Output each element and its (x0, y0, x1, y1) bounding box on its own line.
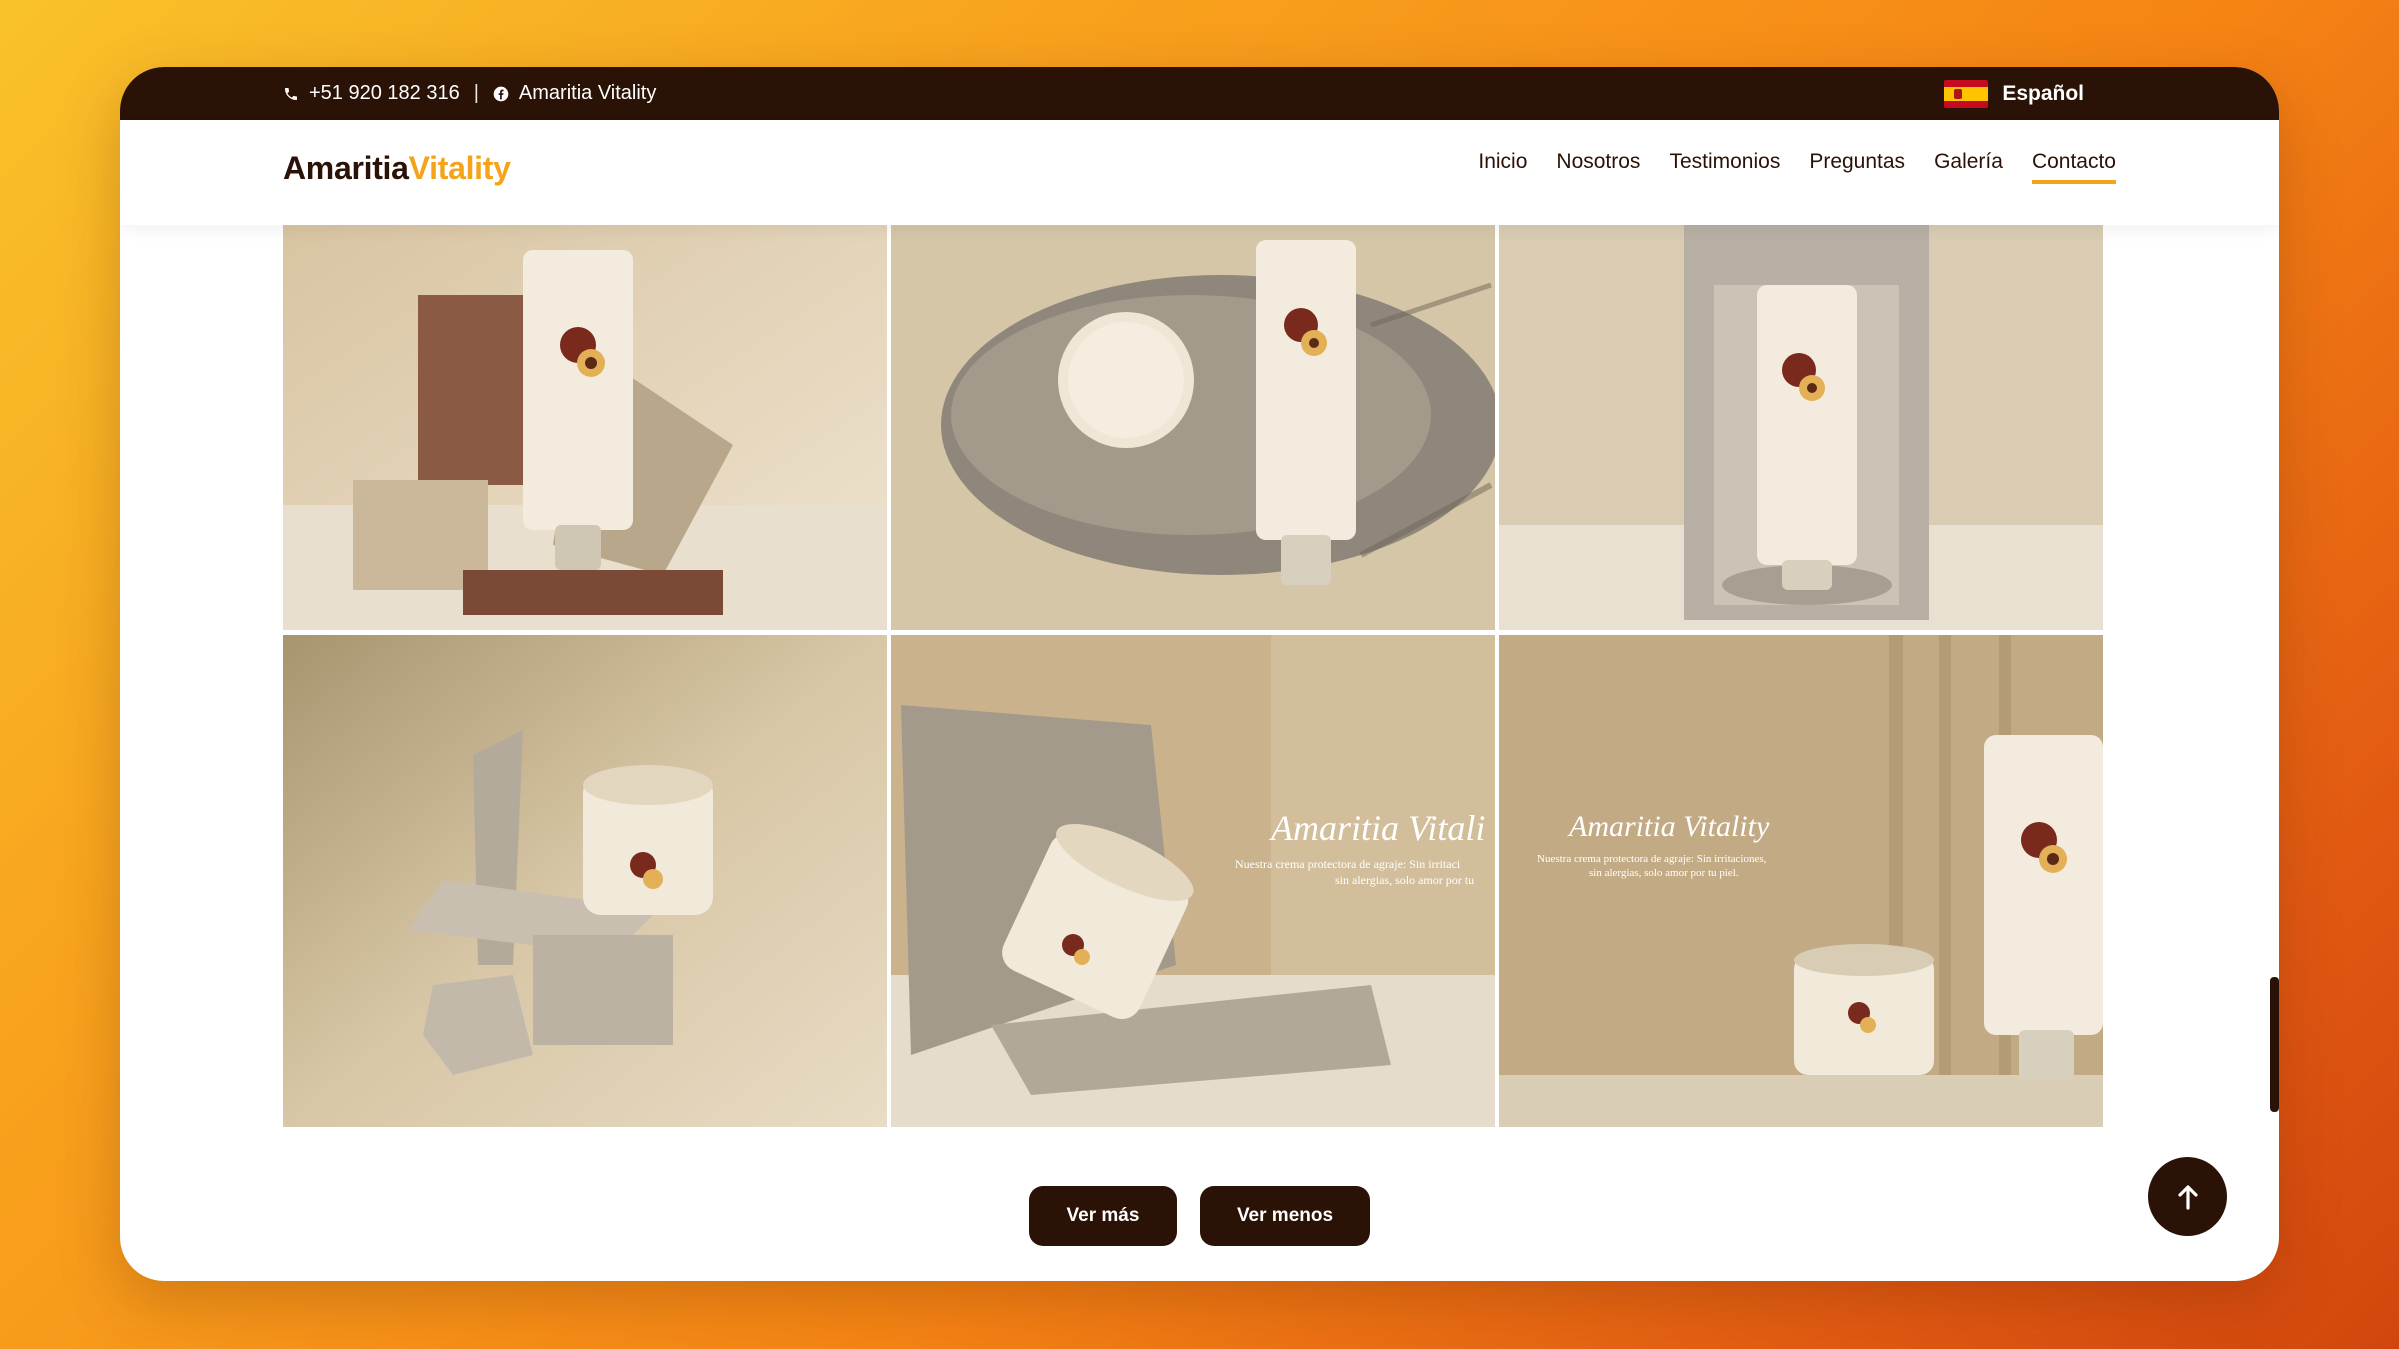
separator: | (473, 82, 479, 104)
facebook-icon[interactable] (493, 86, 509, 102)
phone-icon (283, 86, 299, 102)
gallery-controls: Ver más Ver menos (120, 1186, 2279, 1246)
arrow-up-icon (2176, 1184, 2200, 1210)
gallery-image-5[interactable]: Amaritia Vitali Nuestra crema protectora… (891, 635, 1495, 1127)
social-link[interactable]: Amaritia Vitality (519, 82, 656, 105)
overlay-title: Amaritia Vitali (1271, 808, 1486, 848)
gallery-image-4[interactable] (283, 635, 887, 1127)
show-less-button[interactable]: Ver menos (1200, 1186, 1370, 1246)
language-selector[interactable]: Español (1944, 67, 2084, 120)
overlay-text-2: sin alergias, solo amor por tu (1335, 873, 1475, 887)
overlay-text-1: Nuestra crema protectora de agraje: Sin … (1235, 857, 1461, 871)
nav-item-testimonios[interactable]: Testimonios (1669, 150, 1780, 184)
gallery-image-1[interactable] (283, 225, 887, 630)
browser-frame: +51 920 182 316 | Amaritia Vitality Espa… (120, 67, 2279, 1281)
overlay-text-1: Nuestra crema protectora de agraje: Sin … (1537, 853, 1767, 865)
scrollbar-thumb[interactable] (2270, 977, 2279, 1112)
language-label: Español (2002, 81, 2084, 105)
site-header: AmaritiaVitality Inicio Nosotros Testimo… (120, 120, 2279, 225)
nav-item-nosotros[interactable]: Nosotros (1556, 150, 1640, 184)
gallery-image-6[interactable]: Amaritia Vitality Nuestra crema protecto… (1499, 635, 2103, 1127)
brand-name-part1: Amaritia (283, 150, 409, 186)
gallery-image-3[interactable] (1499, 225, 2103, 630)
nav-item-galeria[interactable]: Galería (1934, 150, 2003, 184)
gallery-image-2[interactable] (891, 225, 1495, 630)
overlay-text-2: sin alergias, solo amor por tu piel. (1589, 867, 1739, 879)
scroll-to-top-button[interactable] (2148, 1157, 2227, 1236)
overlay-title: Amaritia Vitality (1569, 810, 1770, 843)
brand-logo[interactable]: AmaritiaVitality (283, 150, 511, 187)
brand-name-part2: Vitality (408, 150, 511, 186)
nav-item-contacto[interactable]: Contacto (2031, 150, 2116, 184)
contact-info: +51 920 182 316 | Amaritia Vitality (283, 67, 656, 120)
show-more-button[interactable]: Ver más (1029, 1186, 1177, 1246)
product-gallery: Amaritia Vitali Nuestra crema protectora… (283, 225, 2103, 1127)
phone-number[interactable]: +51 920 182 316 (309, 82, 460, 105)
main-nav: Inicio Nosotros Testimonios Preguntas Ga… (1478, 150, 2116, 184)
spain-flag-icon (1944, 79, 1989, 108)
top-bar: +51 920 182 316 | Amaritia Vitality Espa… (120, 67, 2279, 120)
nav-item-inicio[interactable]: Inicio (1478, 150, 1527, 184)
nav-item-preguntas[interactable]: Preguntas (1809, 150, 1905, 184)
